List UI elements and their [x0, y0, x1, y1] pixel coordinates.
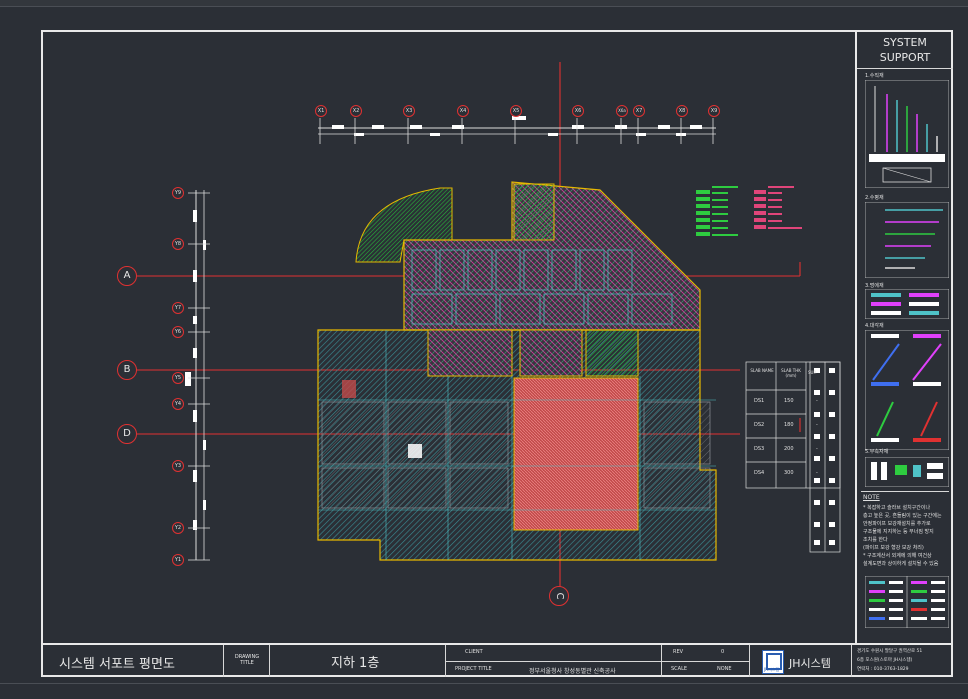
section-label-horizontal: 2.수평재: [865, 195, 884, 201]
address-line: 경기도 수원시 팔달구 권역산로 51: [857, 649, 923, 654]
system-support-panel: SYSTEM SUPPORT 1.수직재 2.수평재 3.멍에재 4.대각재 5…: [855, 30, 953, 644]
rev-label: REV: [673, 649, 684, 655]
viewport-bottom-bar: [0, 683, 968, 699]
project-title-label: PROJECT TITLE: [455, 666, 492, 672]
section-label-vertical: 1.수직재: [865, 73, 884, 79]
note-line: 구조물에 지지하는 등 무너짐 방지: [863, 529, 934, 535]
rev-value: 0: [721, 649, 725, 655]
section-label-runner: 3.멍에재: [865, 283, 884, 289]
panel-title-line2: SUPPORT: [879, 51, 931, 64]
note-heading: NOTE: [863, 494, 880, 501]
address-line: 연락처 : 010-3763-1829: [857, 667, 909, 672]
note-line: 안정파이프 보강재설치를 추가로: [863, 521, 931, 527]
address-line: 6층 포스원(스토마 JH시스템): [857, 658, 913, 663]
accessories-diagram: [865, 457, 949, 487]
scale-label: SCALE: [671, 666, 688, 672]
company-logo: JH시스템: [762, 650, 784, 674]
drawing-title-label: DRAWING TITLE: [234, 654, 260, 666]
floor-name: 지하 1층: [331, 656, 380, 671]
diagonal-members-diagram: [865, 330, 949, 450]
drawing-title: 시스템 서포트 평면도: [59, 657, 175, 672]
title-block: 시스템 서포트 평면도 DRAWING TITLE 지하 1층 CLIENT P…: [41, 643, 953, 677]
note-line: (파이프 보강 형강 보강 처리): [863, 545, 924, 551]
runner-members-diagram: [865, 289, 949, 319]
company-name: JH시스템: [789, 657, 831, 670]
cad-viewport[interactable]: X1 X2 X3 X4 X5 X6 X6a X7 X8 X9 Y9 Y8 Y7 …: [0, 0, 968, 699]
note-line: 조치를 한다: [863, 537, 888, 543]
drawing-sheet-frame: [41, 30, 953, 677]
note-line: 설계도면과 상이하게 설치될 수 있음: [863, 561, 939, 567]
note-line: * 구조계산서 외계에 의해 여건상: [863, 553, 932, 559]
logo-text: JH시스템: [764, 667, 780, 672]
note-line: * 복잡하고 슬라브 설치구간이나: [863, 505, 931, 511]
client-label: CLIENT: [465, 649, 483, 655]
project-title-value: 정부서울청사 창성동별관 신축공사: [529, 668, 616, 675]
scale-value: NONE: [717, 666, 732, 672]
note-line: 층고 높은 곳, 흔들림이 있는 구간에는: [863, 513, 942, 519]
section-label-diagonal: 4.대각재: [865, 323, 884, 329]
horizontal-members-diagram: [865, 202, 949, 278]
vertical-members-diagram: [865, 80, 949, 188]
section-label-accessories: 5.부속자재: [865, 449, 889, 455]
panel-title-line1: SYSTEM: [883, 36, 927, 49]
legend-mini-table: [865, 576, 949, 628]
